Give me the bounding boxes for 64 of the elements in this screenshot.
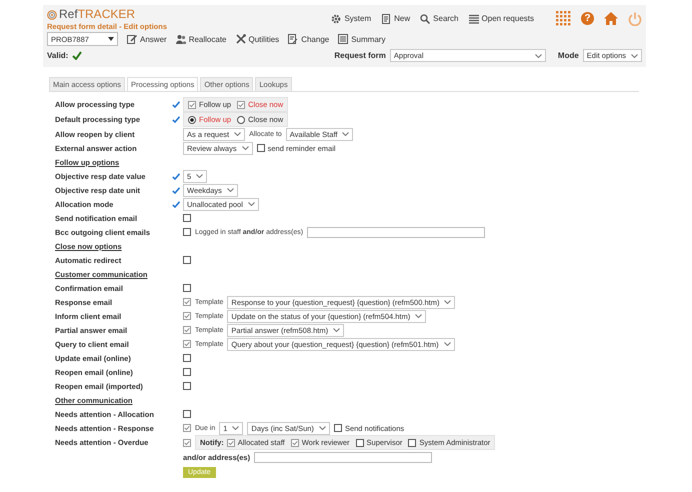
chevron-down-icon xyxy=(342,132,350,136)
list-icon xyxy=(468,14,479,24)
field-label: Mode xyxy=(558,51,579,60)
document-icon xyxy=(381,14,392,24)
chevron-down-icon xyxy=(318,426,326,430)
chevron-down-icon xyxy=(234,132,242,136)
chevron-down-icon xyxy=(248,202,255,206)
table-icon xyxy=(338,34,348,44)
checkbox[interactable] xyxy=(183,312,191,320)
people-icon xyxy=(176,34,186,44)
nav-link[interactable]: New xyxy=(381,14,410,24)
text-input[interactable] xyxy=(254,452,432,462)
chevron-down-icon xyxy=(226,188,234,192)
chevron-down-icon xyxy=(631,54,638,58)
gear-icon xyxy=(331,14,342,24)
edit-icon xyxy=(127,34,137,44)
chevron-down-icon xyxy=(415,314,422,318)
checkbox[interactable] xyxy=(183,424,191,432)
valid-label: Valid: xyxy=(47,51,68,60)
checkbox[interactable] xyxy=(183,354,191,362)
target-logo-icon xyxy=(47,10,57,20)
chevron-down-icon xyxy=(333,328,340,332)
chevron-down-icon xyxy=(242,146,249,150)
checkbox[interactable] xyxy=(183,382,191,390)
radio-button[interactable] xyxy=(188,116,196,124)
text-input[interactable] xyxy=(307,226,486,238)
checkbox[interactable] xyxy=(183,214,191,222)
checkbox[interactable] xyxy=(183,256,191,264)
toolbar-button[interactable]: Summary xyxy=(338,34,386,44)
checkbox[interactable] xyxy=(256,144,265,152)
nav-link[interactable]: Open requests xyxy=(468,14,534,24)
toolbar-button[interactable]: Answer xyxy=(127,34,167,44)
checkbox[interactable] xyxy=(183,340,191,348)
toolbar-button[interactable]: Reallocate xyxy=(176,34,226,44)
chevron-down-icon xyxy=(444,342,451,346)
checkbox[interactable] xyxy=(183,326,191,334)
checkbox[interactable] xyxy=(188,100,196,108)
chevron-down-icon xyxy=(196,174,204,178)
checkbox[interactable] xyxy=(226,438,235,446)
nav-link[interactable]: System xyxy=(331,14,372,24)
checkbox[interactable] xyxy=(183,298,191,306)
field-label: Request form xyxy=(334,51,386,60)
chevron-down-icon xyxy=(444,300,452,304)
checkbox[interactable] xyxy=(237,100,246,108)
document-edit-icon xyxy=(288,34,298,44)
checkbox[interactable] xyxy=(183,284,191,292)
search-icon xyxy=(420,14,430,24)
checkbox[interactable] xyxy=(183,410,191,418)
checkbox[interactable] xyxy=(183,368,191,376)
checkbox[interactable] xyxy=(183,228,191,236)
checkbox[interactable] xyxy=(356,438,364,446)
toolbar-button[interactable]: Change xyxy=(288,34,330,44)
chevron-down-icon xyxy=(232,426,240,430)
checkbox[interactable] xyxy=(334,424,342,432)
checkbox[interactable] xyxy=(408,438,416,446)
home-icon[interactable] xyxy=(604,12,618,25)
logo-text: RefTRACKER xyxy=(59,8,136,21)
checkbox[interactable] xyxy=(290,438,299,446)
apps-grid-icon[interactable] xyxy=(556,11,571,26)
toolbar-button[interactable]: Qutilities xyxy=(236,34,280,44)
nav-link[interactable]: Search xyxy=(420,14,459,24)
checkbox[interactable] xyxy=(183,438,191,446)
radio-button[interactable] xyxy=(237,116,246,124)
chevron-down-icon xyxy=(534,54,542,58)
